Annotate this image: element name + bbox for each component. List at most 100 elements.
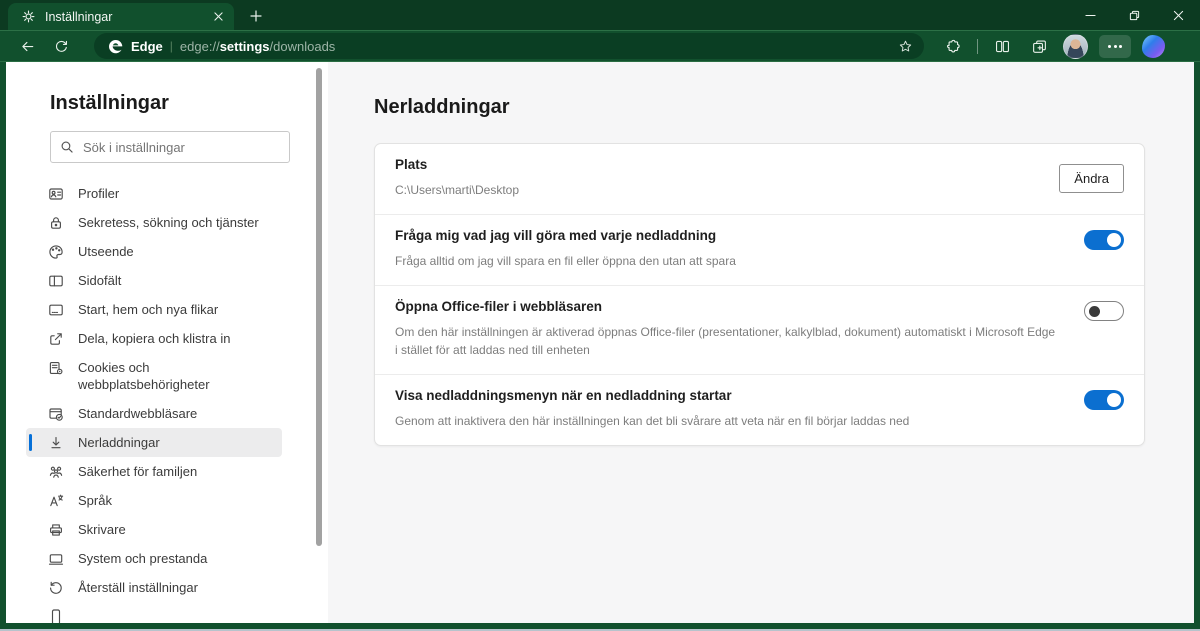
new-tab-button[interactable]	[243, 3, 269, 29]
toolbar-divider	[977, 39, 978, 54]
search-input[interactable]	[81, 139, 280, 156]
setting-label: Fråga mig vad jag vill göra med varje ne…	[395, 228, 1056, 243]
address-separator: |	[170, 39, 173, 53]
sidebar-item-label: Säkerhet för familjen	[78, 463, 197, 480]
favorites-star-icon	[898, 39, 913, 54]
setting-row: Fråga mig vad jag vill göra med varje ne…	[375, 215, 1144, 286]
toolbar: Edge | edge://settings/downloads	[0, 30, 1200, 62]
printer-icon	[48, 522, 64, 538]
refresh-icon	[54, 39, 69, 54]
sidebar-item-label: Nerladdningar	[78, 434, 160, 451]
extensions-button[interactable]	[940, 34, 966, 58]
settings-main: Nerladdningar Plats C:\Users\marti\Deskto…	[328, 62, 1194, 623]
sidebar-item-label: Sidofält	[78, 272, 121, 289]
sidebar-item-label: Standardwebbläsare	[78, 405, 197, 422]
profiles-icon	[48, 186, 64, 202]
extensions-icon	[945, 38, 962, 55]
browser-tab[interactable]: Inställningar	[8, 3, 234, 30]
sidebar-item-label: Språk	[78, 492, 112, 509]
cookies-permissions-icon	[48, 360, 64, 376]
setting-label: Plats	[395, 157, 1031, 172]
gear-icon	[21, 9, 36, 24]
sidebar-title: Inställningar	[50, 92, 310, 115]
sidebar-item-label: Profiler	[78, 185, 119, 202]
copilot-icon[interactable]	[1142, 35, 1165, 58]
share-copy-paste-icon	[48, 331, 64, 347]
sidebar-item[interactable]: Start, hem och nya flikar	[26, 295, 282, 324]
sidebar-item[interactable]	[26, 602, 282, 623]
restore-icon	[1129, 10, 1140, 21]
sidebar-item-label: Sekretess, sökning och tjänster	[78, 214, 259, 231]
sidebar-item[interactable]: Dela, kopiera och klistra in	[26, 324, 282, 353]
collections-icon	[1031, 38, 1048, 55]
setting-text: Visa nedladdningsmenyn när en nedladdnin…	[395, 388, 1084, 430]
address-bar[interactable]: Edge | edge://settings/downloads	[94, 33, 924, 59]
setting-description: C:\Users\marti\Desktop	[395, 181, 1031, 199]
close-button[interactable]	[1156, 0, 1200, 30]
sidebar-item[interactable]: Återställ inställningar	[26, 573, 282, 602]
toggle-switch-on[interactable]	[1084, 230, 1124, 250]
devices-icon	[48, 609, 64, 624]
languages-icon	[48, 493, 64, 509]
setting-label: Öppna Office-filer i webbläsaren	[395, 299, 1056, 314]
settings-sidebar: Inställningar Profiler Sekretess, sökning…	[6, 62, 310, 623]
sidebar-item[interactable]: Nerladdningar	[26, 428, 282, 457]
window-controls	[1068, 0, 1200, 30]
setting-text: Öppna Office-filer i webbläsarenOm den h…	[395, 299, 1084, 359]
sidebar-scrollbar	[310, 62, 328, 623]
sidebar-item-label: Cookies och webbplatsbehörigheter	[78, 359, 274, 393]
edge-brand-label: Edge	[131, 39, 163, 54]
settings-nav: Profiler Sekretess, sökning och tjänster U…	[26, 179, 290, 623]
scrollbar-thumb[interactable]	[316, 68, 322, 546]
setting-label: Visa nedladdningsmenyn när en nedladdnin…	[395, 388, 1056, 403]
sidebar-item-label: Återställ inställningar	[78, 579, 198, 596]
search-icon	[60, 140, 74, 154]
privacy-lock-icon	[48, 215, 64, 231]
refresh-button[interactable]	[46, 34, 76, 58]
split-screen-button[interactable]	[989, 34, 1015, 58]
sidebar-item[interactable]: System och prestanda	[26, 544, 282, 573]
sidebar-item[interactable]: Sidofält	[26, 266, 282, 295]
minimize-button[interactable]	[1068, 0, 1112, 30]
url-text: edge://settings/downloads	[180, 39, 886, 54]
sidebar-item-label: Dela, kopiera och klistra in	[78, 330, 230, 347]
sidebar-item[interactable]: Cookies och webbplatsbehörigheter	[26, 353, 282, 399]
close-icon	[1173, 10, 1184, 21]
sidebar-item[interactable]: Profiler	[26, 179, 282, 208]
toggle-switch-off[interactable]	[1084, 301, 1124, 321]
downloads-icon	[48, 435, 64, 451]
sidebar-item[interactable]: Språk	[26, 486, 282, 515]
more-menu-button[interactable]	[1099, 35, 1131, 58]
profile-avatar[interactable]	[1063, 34, 1088, 59]
sidebar-panel-icon	[48, 273, 64, 289]
settings-search-box[interactable]	[50, 131, 290, 163]
page-title: Nerladdningar	[374, 96, 1194, 119]
sidebar-item-label: Skrivare	[78, 521, 126, 538]
setting-row: Visa nedladdningsmenyn när en nedladdnin…	[375, 375, 1144, 445]
change-location-button[interactable]: Ändra	[1059, 164, 1124, 193]
system-performance-icon	[48, 551, 64, 567]
titlebar: Inställningar	[0, 0, 1200, 30]
tab-close-icon[interactable]	[209, 8, 227, 26]
sidebar-item[interactable]: Utseende	[26, 237, 282, 266]
favorites-star-button[interactable]	[893, 35, 917, 57]
start-home-tabs-icon	[48, 302, 64, 318]
settings-card: Plats C:\Users\marti\Desktop Ändra Fråga mi…	[374, 143, 1145, 446]
restore-button[interactable]	[1112, 0, 1156, 30]
back-arrow-icon	[20, 39, 35, 54]
toggle-switch-on[interactable]	[1084, 390, 1124, 410]
minimize-icon	[1085, 10, 1096, 21]
sidebar-item-label: Start, hem och nya flikar	[78, 301, 218, 318]
back-button[interactable]	[12, 34, 42, 58]
sidebar-item-label: System och prestanda	[78, 550, 207, 567]
default-browser-icon	[48, 406, 64, 422]
edge-logo-icon	[107, 38, 124, 55]
sidebar-item[interactable]: Sekretess, sökning och tjänster	[26, 208, 282, 237]
collections-button[interactable]	[1026, 34, 1052, 58]
sidebar-item[interactable]: Säkerhet för familjen	[26, 457, 282, 486]
appearance-palette-icon	[48, 244, 64, 260]
sidebar-item[interactable]: Standardwebbläsare	[26, 399, 282, 428]
setting-text: Plats C:\Users\marti\Desktop	[395, 157, 1059, 199]
sidebar-item[interactable]: Skrivare	[26, 515, 282, 544]
sidebar-item-label: Utseende	[78, 243, 134, 260]
